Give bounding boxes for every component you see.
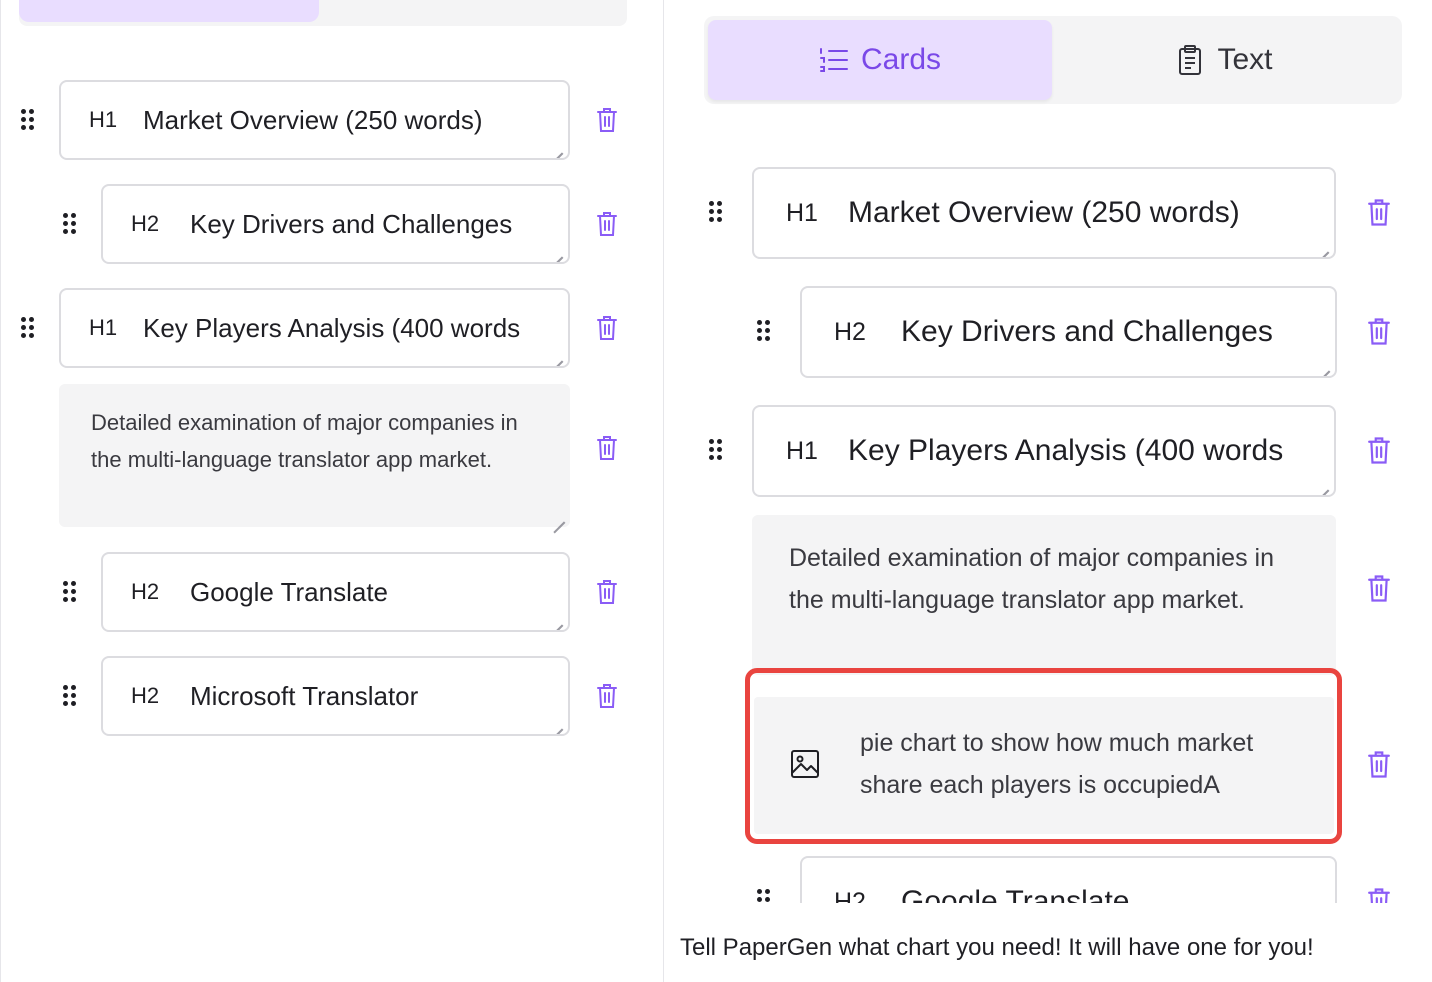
trash-icon[interactable] — [1367, 198, 1391, 227]
view-toggle: Cards Text — [704, 16, 1402, 104]
outline-card-h1[interactable]: H1 Market Overview (250 words) — [59, 80, 570, 160]
heading-level: H1 — [89, 107, 118, 132]
outline-card-h2[interactable]: H2 Google Translate — [101, 552, 570, 632]
heading-title[interactable]: Market Overview (250 words) — [143, 105, 568, 136]
outline-panel-left: H1 Market Overview (250 words) H2 Key Dr… — [0, 0, 664, 982]
outline-card-h2[interactable]: H2 Microsoft Translator — [101, 656, 570, 736]
trash-icon[interactable] — [1367, 887, 1391, 903]
drag-handle-icon[interactable] — [709, 201, 723, 223]
drag-handle-icon[interactable] — [63, 581, 77, 603]
drag-handle-icon[interactable] — [21, 109, 35, 131]
list-icon — [819, 48, 848, 72]
clipped-row: H2 Google Translate — [664, 855, 1432, 903]
resize-grip-icon[interactable] — [553, 510, 565, 522]
clipboard-icon — [1179, 45, 1202, 75]
trash-icon[interactable] — [1367, 750, 1391, 779]
heading-title[interactable]: Key Drivers and Challenges — [190, 209, 568, 240]
description-card[interactable]: Detailed examination of major companies … — [59, 384, 570, 527]
heading-title[interactable]: Key Players Analysis (400 words — [848, 434, 1310, 468]
resize-grip-icon[interactable] — [1317, 478, 1329, 490]
outline-card-h2[interactable]: H2 Key Drivers and Challenges — [800, 286, 1337, 378]
description-card[interactable]: Detailed examination of major companies … — [752, 515, 1336, 675]
heading-title[interactable]: Key Players Analysis (400 words — [143, 313, 548, 344]
drag-handle-icon[interactable] — [63, 685, 77, 707]
heading-title[interactable]: Google Translate — [190, 577, 568, 608]
trash-icon[interactable] — [596, 211, 618, 237]
heading-title[interactable]: Market Overview (250 words) — [848, 196, 1334, 230]
description-text[interactable]: Detailed examination of major companies … — [91, 410, 518, 472]
trash-icon[interactable] — [596, 315, 618, 341]
drag-handle-icon[interactable] — [757, 320, 771, 342]
heading-level: H2 — [834, 887, 866, 904]
tab-text[interactable]: Text — [1052, 20, 1398, 100]
tab-cards-label: Cards — [860, 43, 942, 76]
drag-handle-icon[interactable] — [709, 439, 723, 461]
drag-handle-icon[interactable] — [21, 317, 35, 339]
drag-handle-icon[interactable] — [63, 213, 77, 235]
outline-card-h2[interactable]: H2 Google Translate — [800, 856, 1337, 903]
trash-icon[interactable] — [596, 683, 618, 709]
resize-grip-icon[interactable] — [551, 613, 563, 625]
drag-handle-icon[interactable] — [757, 889, 771, 903]
outline-card-h1[interactable]: H1 Market Overview (250 words) — [752, 167, 1336, 259]
heading-title[interactable]: Key Drivers and Challenges — [901, 315, 1335, 349]
trash-icon[interactable] — [596, 579, 618, 605]
heading-title[interactable]: Google Translate — [901, 885, 1335, 903]
image-prompt-text[interactable]: pie chart to show how much market share … — [860, 722, 1320, 806]
outline-card-h1[interactable]: H1 Key Players Analysis (400 words — [59, 288, 570, 368]
resize-grip-icon[interactable] — [551, 349, 563, 361]
heading-level: H2 — [834, 317, 866, 346]
tab-text-label: Text — [1217, 43, 1273, 76]
trash-icon[interactable] — [596, 435, 618, 461]
heading-level: H2 — [131, 211, 160, 236]
image-icon — [791, 750, 819, 778]
resize-grip-icon[interactable] — [551, 245, 563, 257]
outline-panel-right: Cards Text H1 Market Overview (250 words… — [664, 0, 1432, 982]
heading-level: H1 — [786, 198, 818, 227]
description-text[interactable]: Detailed examination of major companies … — [789, 544, 1274, 614]
resize-grip-icon[interactable] — [551, 141, 563, 153]
trash-icon[interactable] — [1367, 436, 1391, 465]
resize-grip-icon[interactable] — [1318, 359, 1330, 371]
heading-level: H2 — [131, 683, 160, 708]
heading-level: H2 — [131, 579, 160, 604]
trash-icon[interactable] — [596, 107, 618, 133]
tab-cards[interactable]: Cards — [708, 20, 1052, 100]
top-toggle-partial — [19, 0, 627, 26]
heading-title[interactable]: Microsoft Translator — [190, 681, 568, 712]
image-prompt-card[interactable]: pie chart to show how much market share … — [754, 697, 1334, 834]
trash-icon[interactable] — [1367, 574, 1391, 603]
heading-level: H1 — [786, 436, 818, 465]
outline-card-h1[interactable]: H1 Key Players Analysis (400 words — [752, 405, 1336, 497]
resize-grip-icon[interactable] — [1317, 240, 1329, 252]
trash-icon[interactable] — [1367, 317, 1391, 346]
heading-level: H1 — [89, 315, 118, 340]
resize-grip-icon[interactable] — [551, 717, 563, 729]
caption-text: Tell PaperGen what chart you need! It wi… — [680, 934, 1314, 961]
outline-card-h2[interactable]: H2 Key Drivers and Challenges — [101, 184, 570, 264]
